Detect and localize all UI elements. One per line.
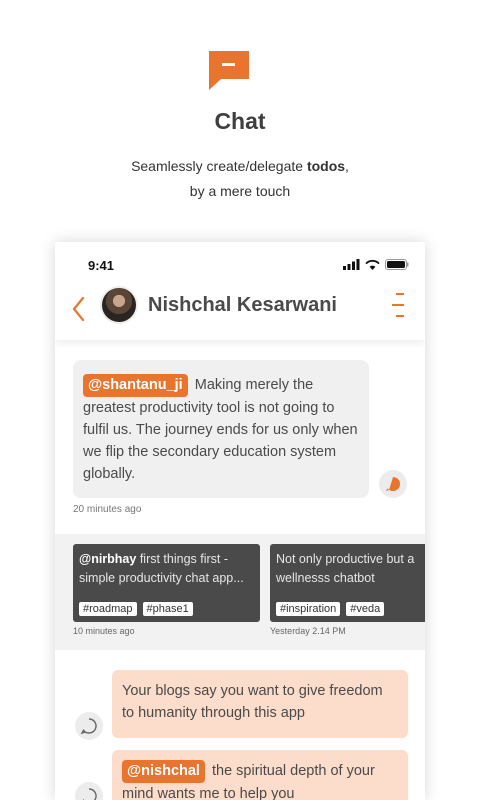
todo-cards-strip[interactable]: @nirbhay first things first - simple pro… xyxy=(55,534,425,650)
card-timestamp: 10 minutes ago xyxy=(73,626,135,636)
mention-tag[interactable]: @shantanu_ji xyxy=(83,374,188,397)
message-timestamp: 20 minutes ago xyxy=(73,504,142,515)
chat-outline-icon xyxy=(80,718,97,735)
card-tags: #roadmap #phase1 xyxy=(79,602,193,616)
hero-subtitle: Seamlessly create/delegate todos, xyxy=(131,158,349,174)
hero-subtitle-line2: by a mere touch xyxy=(189,183,291,199)
tag[interactable]: #veda xyxy=(346,602,385,616)
card-line2: wellnesss chatbot xyxy=(276,571,375,585)
status-icons xyxy=(343,259,409,270)
hero-title: Chat xyxy=(214,108,266,134)
wifi-icon xyxy=(365,259,380,270)
status-time: 9:41 xyxy=(88,258,115,273)
card-mention: @nirbhay xyxy=(79,552,137,566)
todo-card[interactable]: Not only productive but a wellnesss chat… xyxy=(270,544,425,622)
incoming-message[interactable]: @shantanu_ji Making merely the greatest … xyxy=(73,360,369,498)
outgoing-message[interactable]: @nishchal the spiritual depth of your mi… xyxy=(112,750,408,800)
menu-icon[interactable] xyxy=(391,292,405,318)
signal-icon xyxy=(343,259,360,270)
tag[interactable]: #inspiration xyxy=(276,602,341,616)
chat-bubble-icon xyxy=(209,51,249,90)
tag[interactable]: #phase1 xyxy=(142,602,193,616)
contact-name: Nishchal Kesarwani xyxy=(148,294,337,316)
card-line2: simple productivity chat app... xyxy=(79,571,244,585)
card-tags: #inspiration #veda xyxy=(276,602,385,616)
chat-reply-icon xyxy=(386,476,401,491)
chat-feed[interactable]: @shantanu_ji Making merely the greatest … xyxy=(55,340,425,800)
todo-card[interactable]: @nirbhay first things first - simple pro… xyxy=(73,544,260,622)
chat-header: Nishchal Kesarwani xyxy=(55,282,425,340)
phone-mockup: 9:41 Nishchal Kesarwani @shantanu_ji Mak… xyxy=(55,242,425,800)
avatar[interactable] xyxy=(100,286,138,324)
mention-tag[interactable]: @nishchal xyxy=(122,760,205,783)
back-icon[interactable] xyxy=(71,296,85,322)
card-timestamp: Yesterday 2.14 PM xyxy=(270,626,346,636)
battery-icon xyxy=(385,259,409,270)
reply-button[interactable] xyxy=(75,712,103,740)
outgoing-message[interactable]: Your blogs say you want to give freedom … xyxy=(112,670,408,738)
card-line1: first things first - xyxy=(136,552,229,566)
reply-button[interactable] xyxy=(75,782,103,800)
message-text: Your blogs say you want to give freedom … xyxy=(122,683,383,721)
tag[interactable]: #roadmap xyxy=(79,602,137,616)
chat-outline-icon xyxy=(82,788,97,800)
reply-button[interactable] xyxy=(379,470,407,498)
card-line1: Not only productive but a xyxy=(276,552,415,566)
